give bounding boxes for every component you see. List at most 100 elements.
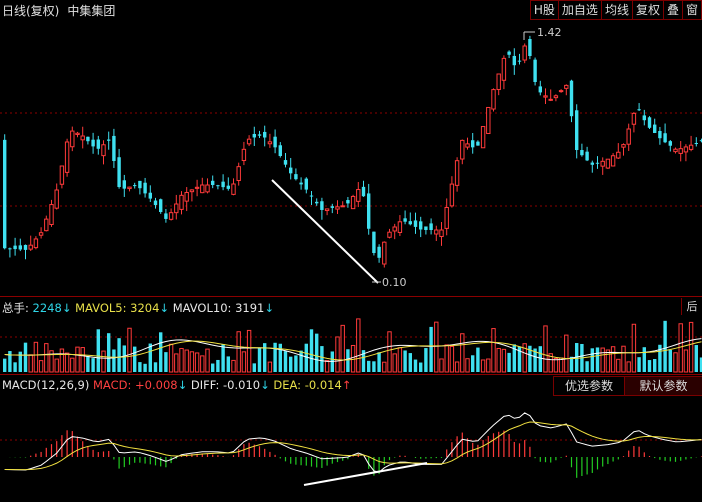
volume-bar — [553, 357, 559, 373]
candle — [585, 146, 589, 162]
volume-bar — [678, 323, 683, 373]
candle — [205, 178, 210, 194]
volume-bar — [122, 345, 126, 372]
volume-bar — [663, 320, 667, 372]
volume-bar — [23, 342, 28, 372]
volume-bar — [278, 343, 282, 372]
volume-corner-tab[interactable]: 后 — [681, 298, 702, 315]
candle — [117, 148, 121, 189]
volume-bar — [382, 361, 387, 373]
volume-bar — [294, 355, 298, 372]
volume-bar — [315, 333, 319, 372]
candle — [70, 126, 75, 152]
volume-bar — [397, 347, 403, 373]
volume-bar — [585, 361, 589, 372]
candle — [595, 156, 600, 169]
candle — [159, 198, 163, 214]
candle — [575, 104, 579, 159]
volume-bar — [403, 350, 407, 372]
candle — [408, 212, 412, 226]
volume-bar — [184, 349, 189, 373]
volume-bar — [694, 345, 698, 372]
candle — [257, 130, 262, 139]
candle — [320, 197, 324, 220]
candle — [480, 126, 486, 149]
arrow-down-icon: ↓ — [177, 378, 188, 392]
volume-bar — [387, 331, 392, 373]
candle — [23, 244, 28, 260]
candle — [663, 123, 667, 144]
candle — [424, 226, 428, 235]
candle — [548, 89, 553, 102]
candle — [522, 43, 527, 64]
total-volume-value: 2248 — [32, 301, 62, 315]
default-params-button[interactable]: 默认参数 — [624, 376, 702, 396]
candle — [501, 55, 507, 90]
drawn-trendlines[interactable] — [271, 179, 428, 486]
candle — [605, 158, 611, 169]
candle — [439, 222, 444, 246]
volume-bar — [408, 353, 412, 372]
candle — [678, 141, 683, 162]
volume-bar — [226, 356, 230, 372]
volume-bar — [590, 348, 594, 372]
candle — [122, 174, 126, 197]
candle — [668, 139, 672, 152]
candle — [133, 182, 137, 189]
candle — [471, 133, 475, 154]
candle — [673, 147, 678, 154]
arrow-up-icon: ↑ — [341, 378, 352, 392]
volume-bar — [356, 318, 361, 373]
candle — [211, 175, 215, 189]
candle — [647, 116, 652, 129]
candle — [533, 57, 537, 86]
volume-bar — [320, 346, 324, 372]
macd-indicator-name: MACD(12,26,9) — [2, 378, 90, 392]
diff-value: -0.010 — [223, 378, 261, 392]
volume-bar — [13, 362, 17, 372]
volume-bar — [600, 347, 605, 373]
candle — [631, 112, 637, 133]
candle — [486, 106, 491, 135]
volume-bar — [216, 359, 220, 372]
candle — [465, 137, 470, 150]
candle — [252, 126, 256, 146]
volume-bar — [439, 358, 444, 373]
candle — [189, 189, 195, 202]
volume-bar — [324, 360, 330, 373]
candle — [658, 126, 662, 145]
candle — [653, 118, 657, 134]
volume-bar — [179, 348, 184, 373]
macd-value: +0.008 — [135, 378, 178, 392]
candle — [610, 153, 616, 167]
candle — [590, 160, 594, 173]
volume-bar — [299, 350, 303, 372]
volume-bar — [80, 347, 85, 373]
arrow-down-icon: ↓ — [159, 301, 170, 315]
volume-bar — [434, 321, 439, 373]
volume-bar — [444, 344, 449, 373]
candle — [361, 180, 366, 197]
chart-canvas[interactable]: 1.42 0.10 — [0, 0, 702, 502]
volume-bar — [642, 347, 646, 372]
price-annotations: 1.42 0.10 — [372, 26, 562, 289]
volume-bar — [486, 358, 491, 373]
optimize-params-button[interactable]: 优选参数 — [553, 376, 625, 396]
volume-bar — [340, 324, 345, 373]
volume-bar — [564, 334, 569, 373]
volume-bar — [595, 347, 600, 372]
candle — [143, 177, 147, 198]
candle — [3, 134, 7, 250]
candle — [168, 208, 174, 221]
candle — [80, 126, 85, 149]
candle — [688, 135, 694, 152]
candle — [96, 135, 100, 155]
volume-bar — [241, 351, 247, 373]
volume-legend: 总手: 2248↓ MAVOL5: 3204↓ MAVOL10: 3191↓ — [2, 300, 274, 316]
candle — [38, 227, 44, 239]
volume-bar — [96, 329, 100, 372]
candle — [543, 88, 548, 104]
volume-bar — [454, 361, 460, 373]
candle — [241, 141, 247, 166]
candle — [694, 137, 698, 147]
